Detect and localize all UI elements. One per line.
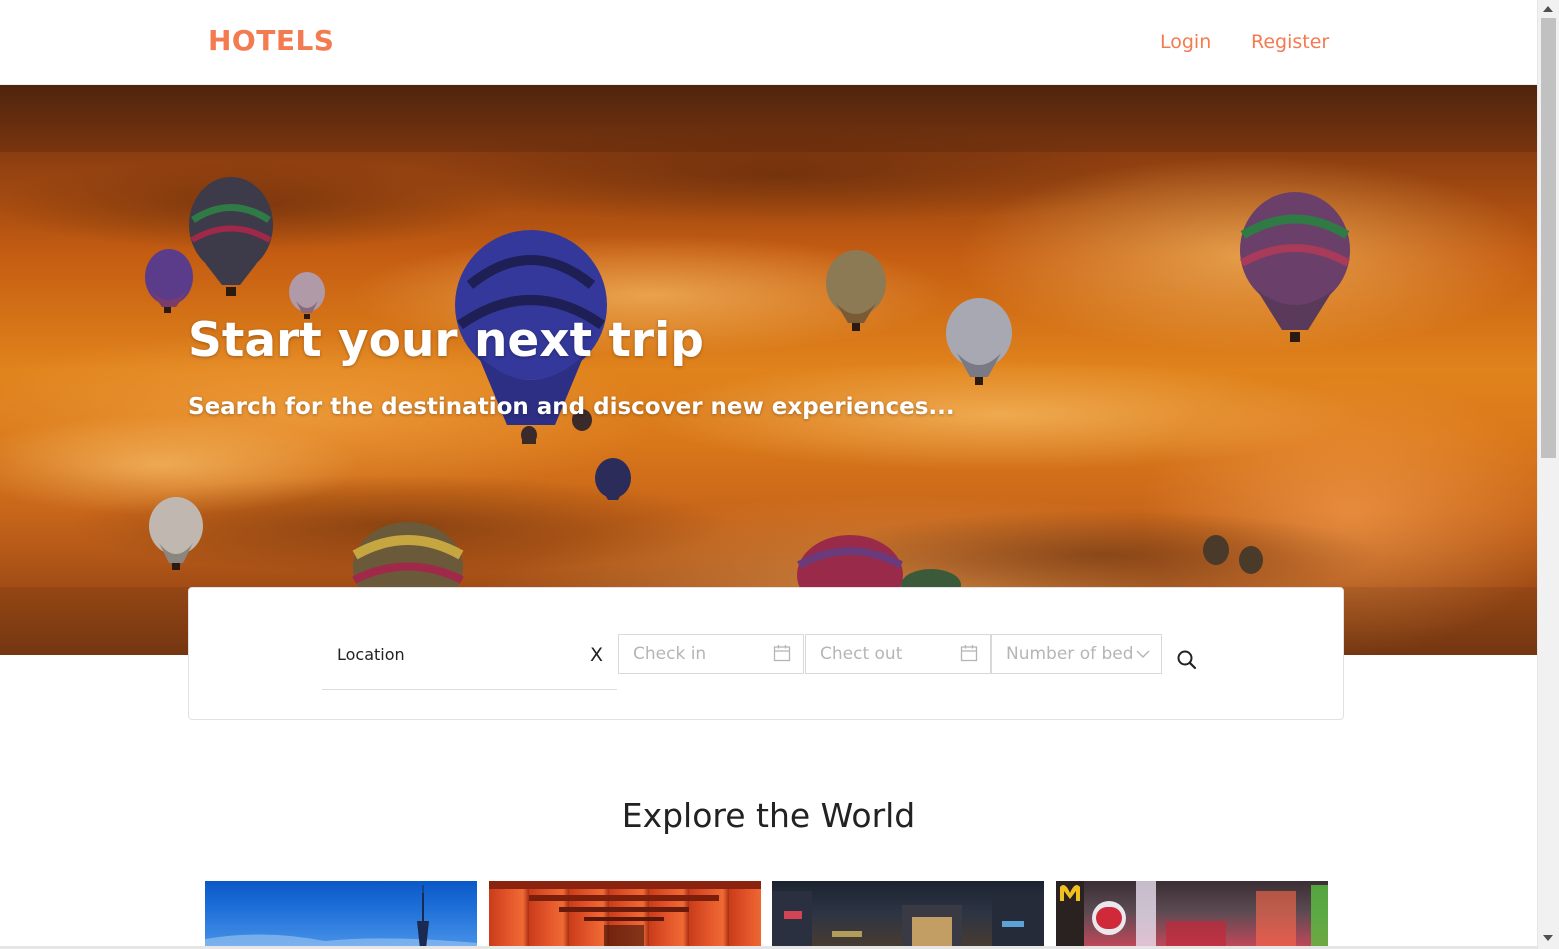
clear-location-button[interactable]: X [590, 644, 603, 666]
balloon-2 [145, 249, 193, 313]
balloon-1 [189, 177, 273, 296]
scroll-down-arrow-icon[interactable] [1543, 935, 1553, 941]
brand-logo[interactable]: HOTELS [208, 24, 334, 57]
scroll-up-arrow-icon[interactable] [1543, 6, 1553, 12]
vertical-scrollbar[interactable] [1537, 0, 1559, 949]
chevron-down-icon [1136, 646, 1150, 665]
explore-section-title: Explore the World [621, 796, 916, 835]
check-in-placeholder: Check in [633, 644, 707, 664]
register-link[interactable]: Register [1251, 31, 1329, 53]
torii-gates-image [489, 881, 761, 949]
hero-title: Start your next trip [188, 313, 704, 368]
check-out-placeholder: Chect out [820, 644, 903, 664]
destination-tile-2[interactable] [489, 881, 761, 949]
top-navbar: HOTELS Login Register [0, 0, 1537, 85]
balloon-7 [1240, 192, 1350, 342]
tower-skyline-image [205, 885, 477, 949]
number-of-beds-placeholder: Number of bed [1006, 644, 1134, 664]
hero-background-image [0, 125, 1380, 615]
calendar-icon [773, 644, 791, 666]
scrollbar-thumb[interactable] [1541, 18, 1556, 458]
search-form: Location X Check in Chect out Number of … [188, 587, 1344, 720]
location-value: Location [337, 645, 405, 664]
calendar-icon [960, 644, 978, 666]
hero-subtitle: Search for the destination and discover … [188, 394, 955, 420]
search-icon [1177, 650, 1197, 670]
destination-tile-3[interactable] [772, 881, 1044, 949]
destination-tile-1[interactable] [205, 881, 477, 949]
location-input[interactable]: Location X [322, 635, 617, 690]
hero-banner: Start your next trip Search for the dest… [0, 85, 1537, 655]
destination-tile-4[interactable] [1056, 881, 1328, 949]
login-link[interactable]: Login [1160, 31, 1211, 53]
page: HOTELS Login Register Start your next tr… [0, 0, 1559, 949]
number-of-beds-select[interactable]: Number of bed [991, 634, 1162, 674]
check-in-date-input[interactable]: Check in [618, 634, 804, 674]
shopping-street-image [1056, 881, 1328, 949]
city-night-image [772, 891, 1044, 949]
search-button[interactable] [1175, 648, 1199, 672]
check-out-date-input[interactable]: Chect out [805, 634, 991, 674]
balloon-3 [289, 272, 325, 319]
